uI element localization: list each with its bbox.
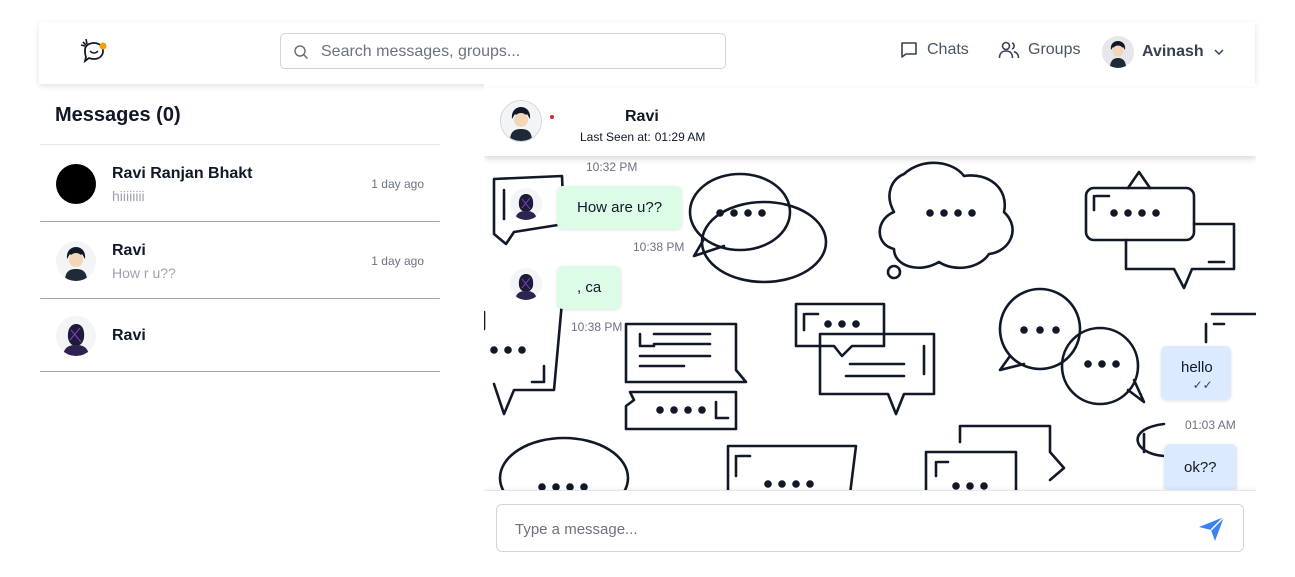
last-seen-time: 01:29 AM <box>654 130 706 144</box>
message-input-box[interactable] <box>496 504 1244 553</box>
messages-title: Messages (0) <box>55 104 181 126</box>
incoming-message-bubble[interactable]: , ca <box>557 266 622 309</box>
outgoing-message-bubble[interactable]: ok?? <box>1164 444 1237 491</box>
contact-avatar <box>56 241 96 281</box>
chat-area: Ravi Last Seen at: 01:29 AM 10:32 PM How … <box>484 84 1256 577</box>
message-text: ok?? <box>1184 459 1217 476</box>
conversation-time: 1 day ago <box>371 177 424 191</box>
sender-avatar <box>510 188 542 220</box>
message-text: , ca <box>577 279 602 296</box>
chevron-down-icon <box>1214 49 1224 56</box>
offline-status-dot <box>550 115 554 119</box>
message-text: hello <box>1181 359 1213 376</box>
nav-chats-link[interactable]: Chats <box>899 40 969 60</box>
conversation-list: Ravi Ranjan Bhakt hiiiiiiii 1 day ago Ra… <box>40 144 440 372</box>
nav-groups-label: Groups <box>1028 41 1081 58</box>
incoming-message-bubble[interactable]: How are u?? <box>557 186 683 229</box>
nav-groups-link[interactable]: Groups <box>998 40 1080 60</box>
last-seen-text: Last Seen at: 01:29 AM <box>580 130 709 144</box>
contact-name: Ravi <box>112 242 146 259</box>
user-name: Avinash <box>1142 43 1204 60</box>
conversation-time: 1 day ago <box>371 254 424 268</box>
search-input[interactable] <box>319 34 718 70</box>
last-message-preview: How r u?? <box>112 265 176 281</box>
user-avatar <box>1102 36 1134 68</box>
chat-header: Ravi Last Seen at: 01:29 AM <box>484 88 1256 156</box>
top-navbar: Chats Groups Avinash <box>39 22 1255 84</box>
contact-avatar <box>56 164 96 204</box>
read-receipt-ticks: ✓✓ <box>1192 378 1213 392</box>
conversation-item[interactable]: Ravi <box>40 299 440 372</box>
sender-avatar <box>510 268 542 300</box>
contact-name: Ravi Ranjan Bhakt <box>112 165 253 182</box>
chat-bird-logo-icon[interactable] <box>77 36 111 70</box>
contact-avatar <box>56 316 96 356</box>
last-seen-label: Last Seen at: <box>580 130 651 144</box>
message-input-bar <box>484 490 1256 577</box>
send-icon <box>1199 516 1225 541</box>
user-menu[interactable]: Avinash <box>1102 36 1226 68</box>
chat-bubble-icon <box>901 42 917 58</box>
conversation-item[interactable]: Ravi How r u?? 1 day ago <box>40 222 440 299</box>
outgoing-message-bubble[interactable]: hello ✓✓ <box>1161 346 1231 400</box>
message-time: 10:32 PM <box>586 160 638 174</box>
nav-chats-label: Chats <box>927 41 969 58</box>
contact-avatar[interactable] <box>500 100 542 142</box>
search-icon <box>294 45 309 60</box>
message-time: 10:38 PM <box>633 240 685 254</box>
send-button[interactable] <box>1197 515 1227 543</box>
message-text: How are u?? <box>577 199 663 216</box>
message-input[interactable] <box>513 505 1177 553</box>
users-icon <box>998 41 1020 59</box>
search-box[interactable] <box>280 33 726 70</box>
message-time: 10:38 PM <box>571 320 623 334</box>
chat-contact-name: Ravi <box>625 108 659 125</box>
conversation-item[interactable]: Ravi Ranjan Bhakt hiiiiiiii 1 day ago <box>40 145 440 222</box>
last-message-preview: hiiiiiiii <box>112 188 145 204</box>
contact-name: Ravi <box>112 327 146 344</box>
message-time: 01:03 AM <box>1185 418 1236 432</box>
